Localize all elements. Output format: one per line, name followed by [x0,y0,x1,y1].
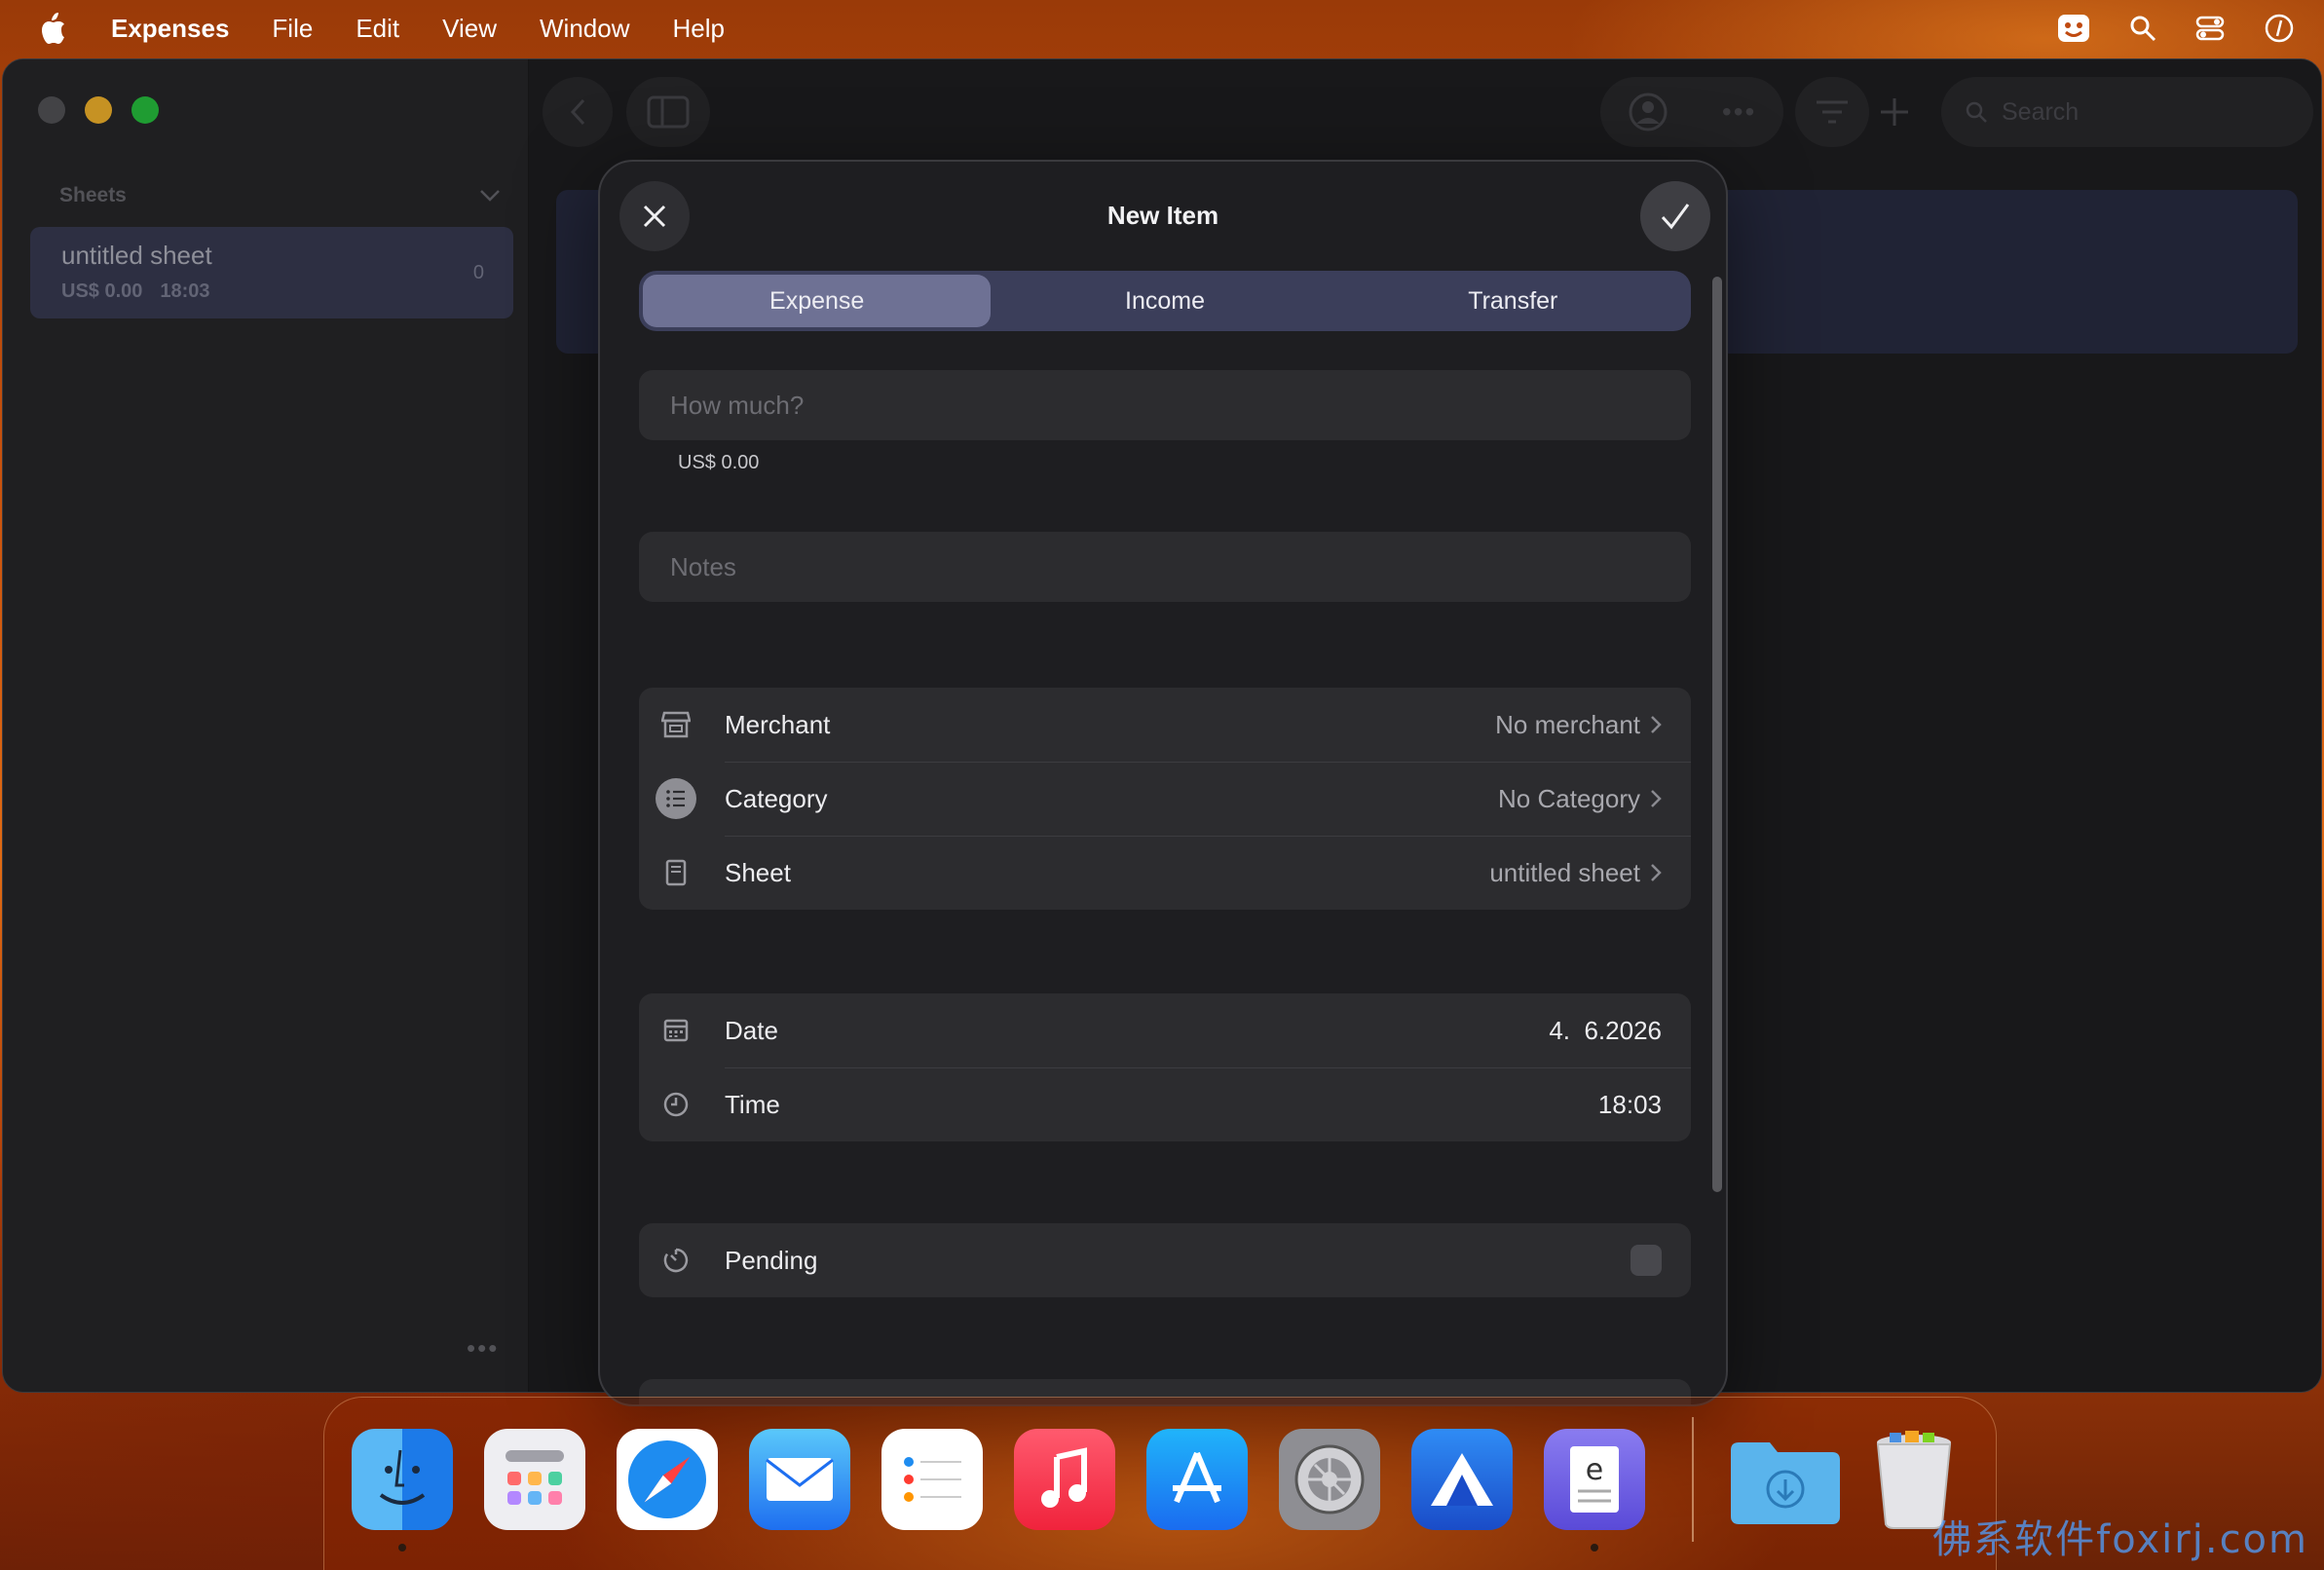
pending-row[interactable]: Pending [639,1223,1691,1297]
svg-text:e: e [1586,1453,1603,1487]
sheet-row[interactable]: Sheet untitled sheet [639,836,1691,910]
date-label: Date [725,1015,778,1045]
mail-icon[interactable] [749,1429,850,1530]
menu-edit[interactable]: Edit [356,14,399,44]
time-label: Time [725,1089,780,1119]
calendar-icon [655,1009,697,1052]
scrollbar[interactable] [1712,277,1722,1192]
dock: e [323,1397,1997,1570]
sheet-label: Sheet [725,857,791,887]
launchpad-icon[interactable] [484,1429,585,1530]
pending-label: Pending [725,1245,818,1275]
downloads-folder-icon[interactable] [1727,1429,1844,1530]
new-item-sheet: New Item Expense Income Transfer How muc… [598,160,1728,1406]
status-area [2057,0,2295,56]
expenses-status-icon[interactable] [2057,14,2090,43]
chevron-right-icon [1651,864,1662,881]
document-icon [655,851,697,894]
clock-icon [655,1083,697,1126]
notes-input[interactable]: Notes [639,532,1691,602]
sheet-title: New Item [1106,201,1219,230]
pending-checkbox[interactable] [1631,1245,1662,1276]
time-row[interactable]: Time 18:03 [639,1067,1691,1141]
control-center-icon[interactable] [2195,15,2225,42]
amount-input[interactable]: How much? [639,370,1691,440]
storefront-icon [655,703,697,746]
reminders-icon[interactable] [881,1429,983,1530]
amount-converted-caption: US$ 0.00 [678,452,760,473]
date-value[interactable]: 4. 6.2026 [1549,1016,1662,1046]
category-value: No Category [1498,783,1640,813]
item-type-selector: Expense Income Transfer [639,271,1691,331]
notes-placeholder: Notes [670,551,736,581]
merchant-value: No merchant [1495,709,1640,739]
menu-help[interactable]: Help [673,14,725,44]
details-group: Merchant No merchant Category No Categor… [639,688,1691,910]
segment-transfer[interactable]: Transfer [1339,275,1687,327]
running-indicator [398,1544,406,1551]
watermark-text: 佛系软件foxirj.com [1932,1517,2308,1562]
merchant-row[interactable]: Merchant No merchant [639,688,1691,762]
dock-separator [1692,1417,1694,1542]
save-button[interactable] [1640,181,1710,251]
segment-expense[interactable]: Expense [643,275,992,327]
category-row[interactable]: Category No Category [639,762,1691,836]
siri-icon[interactable] [2264,13,2295,44]
segment-income[interactable]: Income [991,275,1338,327]
timer-icon [655,1239,697,1282]
time-value[interactable]: 18:03 [1598,1090,1662,1120]
sheet-value: untitled sheet [1489,857,1640,887]
chevron-right-icon [1651,790,1662,807]
amount-placeholder: How much? [670,390,805,420]
music-icon[interactable] [1014,1429,1115,1530]
pending-group: Pending [639,1223,1691,1297]
checkmark-icon [1661,204,1690,230]
expenses-app-icon[interactable]: e [1544,1429,1645,1530]
chevron-right-icon [1651,716,1662,733]
merchant-label: Merchant [725,709,831,739]
datetime-group: Date 4. 6.2026 Time 18:03 [639,993,1691,1141]
category-label: Category [725,783,828,813]
spotlight-search-icon[interactable] [2129,15,2156,42]
menu-file[interactable]: File [272,14,313,44]
system-settings-icon[interactable] [1279,1429,1380,1530]
app-store-icon[interactable] [1146,1429,1248,1530]
apple-menu-icon[interactable] [39,12,68,45]
finder-icon[interactable] [352,1429,453,1530]
affinity-icon[interactable] [1411,1429,1513,1530]
menu-window[interactable]: Window [540,14,629,44]
menu-view[interactable]: View [442,14,497,44]
running-indicator [1591,1544,1598,1551]
safari-icon[interactable] [617,1429,718,1530]
date-row[interactable]: Date 4. 6.2026 [639,993,1691,1067]
menu-bar: Expenses File Edit View Window Help [0,0,2324,56]
menu-app-name[interactable]: Expenses [111,14,229,44]
category-list-icon [655,777,697,820]
